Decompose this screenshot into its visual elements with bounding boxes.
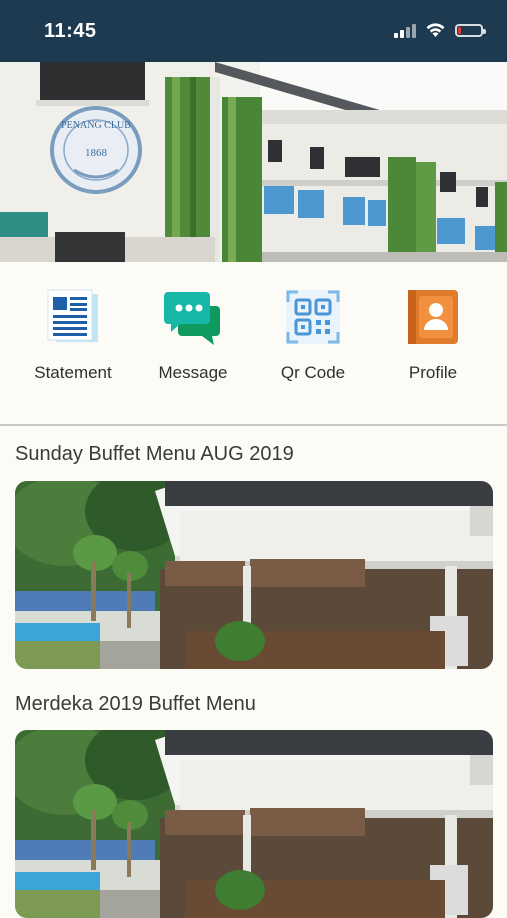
menu-item-message[interactable]: Message	[133, 280, 253, 390]
feed-card-1[interactable]	[15, 481, 493, 669]
qr-code-icon	[286, 290, 340, 344]
menu-label-message: Message	[158, 363, 228, 382]
penang-club-logo: PENANG CLUB 1868	[50, 106, 142, 194]
menu-label-qr-code: Qr Code	[280, 363, 346, 382]
feed-card-2[interactable]	[15, 730, 493, 918]
wifi-icon	[426, 23, 445, 37]
menu-item-qr-code[interactable]: Qr Code	[253, 280, 373, 390]
hero-building-image: PENANG CLUB 1868	[0, 62, 507, 262]
menu-label-profile: Profile	[408, 363, 458, 382]
menu-item-profile[interactable]: Profile	[373, 280, 493, 390]
menu-item-statement[interactable]: Statement	[13, 280, 133, 390]
profile-icon	[408, 290, 458, 344]
menu-label-statement: Statement	[34, 363, 112, 382]
section-divider	[0, 424, 507, 426]
message-icon	[164, 292, 220, 345]
feed-image-1	[15, 481, 493, 669]
status-bar: 11:45	[0, 0, 507, 62]
feed-title-2: Merdeka 2019 Buffet Menu	[15, 693, 256, 715]
svg-text:1868: 1868	[85, 147, 108, 159]
status-icons	[394, 22, 486, 38]
feed-title-1: Sunday Buffet Menu AUG 2019	[15, 443, 294, 465]
quick-menu: Statement Message Qr Code Profile	[0, 280, 507, 390]
status-time: 11:45	[44, 20, 97, 42]
svg-text:PENANG CLUB: PENANG CLUB	[61, 120, 131, 131]
battery-low-icon	[455, 23, 486, 37]
hero-banner: PENANG CLUB 1868	[0, 62, 507, 262]
feed-image-2	[15, 730, 493, 918]
statement-icon	[47, 289, 98, 342]
cellular-signal-icon	[394, 22, 416, 38]
